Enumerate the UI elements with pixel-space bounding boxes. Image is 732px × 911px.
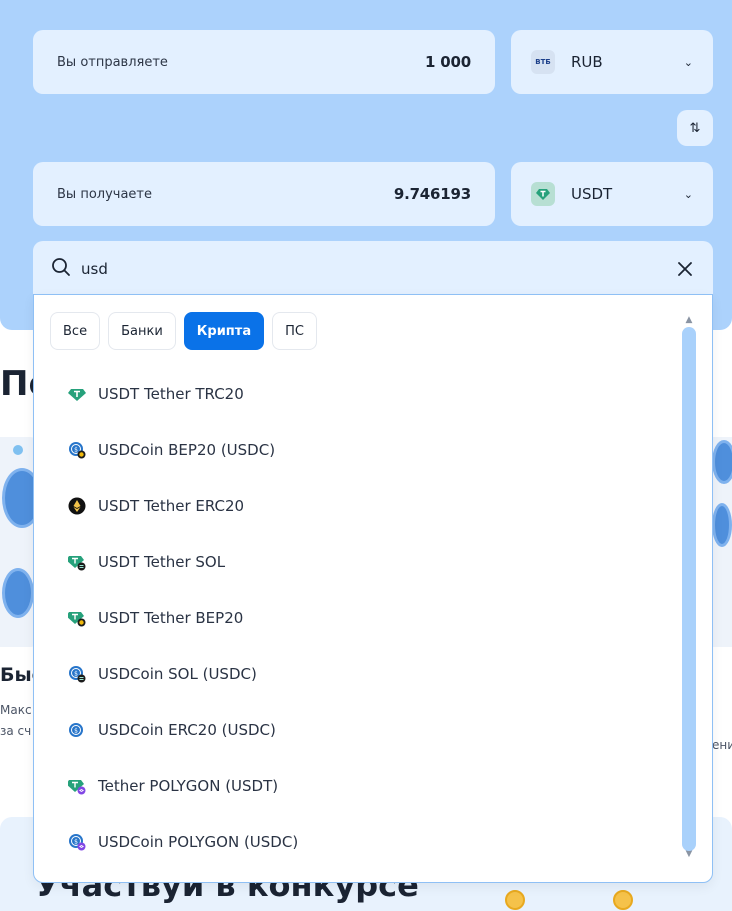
tether-icon [531,182,555,206]
list-item[interactable]: $ USDCoin ERC20 (USDC) [68,702,298,758]
scroll-track[interactable] [682,327,696,851]
swap-button[interactable]: ⇅ [677,110,713,146]
list-item[interactable]: USDT Tether ERC20 [68,478,298,534]
receive-amount[interactable]: 9.746193 [394,185,471,203]
receive-label: Вы получаете [57,186,152,202]
chevron-up-icon[interactable]: ▲ [682,313,696,327]
card-text-right: ени [712,738,732,752]
currency-list: USDT Tether TRC20 $ USDCoin BEP20 (USDC)… [66,366,298,870]
receive-currency-code: USDT [571,185,613,203]
send-currency-select[interactable]: ВТБ RUB ⌄ [511,30,713,94]
vtb-bank-icon: ВТБ [531,50,555,74]
list-item[interactable]: $ USDCoin SOL (USDC) [68,646,298,702]
send-label: Вы отправляете [57,54,168,70]
usdc-sol-icon: $ [68,665,86,683]
currency-dropdown: Все Банки Крипта ПС USDT Tether TRC20 $ … [33,294,713,883]
dropdown-scrollbar[interactable]: ▲ ▼ [682,313,696,868]
svg-text:$: $ [74,728,78,735]
coin-icon [613,890,633,910]
chevron-down-icon: ⌄ [683,187,693,201]
category-tabs: Все Банки Крипта ПС [50,312,317,350]
send-amount[interactable]: 1 000 [425,53,471,71]
usdc-bnb-icon: $ [68,441,86,459]
list-item[interactable]: $ USDCoin BEP20 (USDC) [68,422,298,478]
coin-icon [505,890,525,910]
svg-text:$: $ [74,839,78,846]
close-icon[interactable] [675,259,695,279]
svg-text:$: $ [74,447,78,454]
search-input[interactable]: usd [81,260,675,278]
ethereum-icon [68,497,86,515]
tab-banks[interactable]: Банки [108,312,176,350]
list-item[interactable]: USDT Tether BEP20 [66,590,298,646]
send-currency-code: RUB [571,53,603,71]
bitcoin-coin-icon [2,568,34,618]
scroll-thumb[interactable] [682,327,696,851]
bitcoin-coin-icon [712,503,732,547]
usdc-polygon-icon: $ [68,833,86,851]
chevron-down-icon: ⌄ [683,55,693,69]
tether-icon [68,385,86,403]
bitcoin-coin-icon [712,440,732,484]
list-item[interactable]: USDT Tether TRC20 [68,366,298,422]
tether-polygon-icon [66,777,86,795]
list-item[interactable]: $ USDCoin POLYGON (USDC) [68,814,298,870]
tether-sol-icon [66,553,86,571]
swap-arrows-icon: ⇅ [689,120,701,136]
tab-crypto[interactable]: Крипта [183,312,265,350]
send-amount-field[interactable]: Вы отправляете 1 000 [33,30,495,94]
card-text: Макс за сч [0,703,32,738]
tab-all[interactable]: Все [50,312,101,350]
search-icon [51,257,71,281]
tether-bnb-icon [66,609,86,627]
tab-payment-systems[interactable]: ПС [272,312,317,350]
receive-amount-field[interactable]: Вы получаете 9.746193 [33,162,495,226]
svg-text:$: $ [74,671,78,678]
currency-search[interactable]: usd [33,241,713,296]
list-item[interactable]: Tether POLYGON (USDT) [66,758,298,814]
list-item[interactable]: USDT Tether SOL [66,534,298,590]
dot-decoration [13,445,23,455]
usdc-icon: $ [68,721,86,739]
receive-currency-select[interactable]: USDT ⌄ [511,162,713,226]
